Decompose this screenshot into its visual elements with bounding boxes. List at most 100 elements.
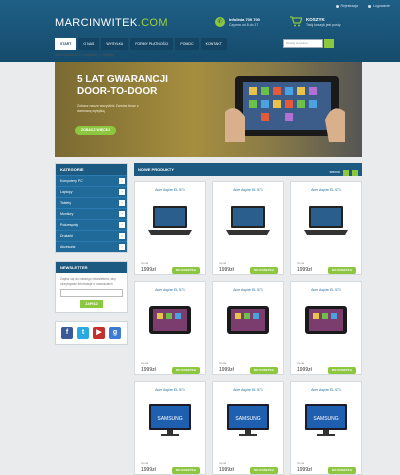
product-title[interactable]: Acer Aspire EL 571 [291,288,361,292]
nav-payment[interactable]: Formy płatności [130,38,174,50]
newsletter-email-input[interactable] [60,289,123,297]
list-view-icon[interactable] [343,169,349,176]
promo-banner: 5 LAT GWARANCJI DOOR-TO-DOOR Zobacz nasz… [55,62,362,157]
product-image-monitor[interactable]: SAMSUNG [223,400,273,440]
chevron-right-icon: › [119,244,125,250]
price-label: Cena [219,361,227,365]
products-section: Nowe produkty WIDOK Acer Aspire EL 571 Ce… [134,163,362,475]
phone-title: infolinia 700 700 [229,17,260,22]
product-title[interactable]: Acer Aspire EL 571 [291,388,361,392]
product-title[interactable]: Acer Aspire EL 571 [213,288,283,292]
product-card[interactable]: Acer Aspire EL 571 Cena 1999zł DO KOSZYKA [290,181,362,275]
login-link[interactable]: Logowanie [368,4,390,8]
logo-suffix: .COM [137,17,168,29]
chevron-right-icon: › [119,233,125,239]
breadcrumb: Strona główna > Komputery > Tablety [55,53,114,57]
logo-text: MARCINWITEK [55,17,138,29]
add-to-cart-button[interactable]: DO KOSZYKA [327,367,356,374]
facebook-icon[interactable]: f [61,327,73,339]
add-to-cart-button[interactable]: DO KOSZYKA [171,467,200,474]
product-card[interactable]: Acer Aspire EL 571 Cena 1999zł DO KOSZYKA [212,181,284,275]
products-header: Nowe produkty WIDOK [134,163,362,176]
price-label: Cena [297,461,305,465]
register-link[interactable]: Rejestracja [335,4,358,8]
product-image-laptop[interactable] [223,200,273,240]
search-input[interactable]: Szukaj produktu... [283,39,323,48]
product-card[interactable]: Acer Aspire EL 571 Cena 1999zł DO KOSZYKA [290,281,362,375]
category-item[interactable]: Komputery PC › [56,175,127,186]
nav-help[interactable]: Pomoc [175,38,199,50]
product-image-tablet[interactable] [223,300,273,340]
product-price: 1999zł [297,267,312,273]
add-to-cart-button[interactable]: DO KOSZYKA [171,267,200,274]
svg-text:SAMSUNG: SAMSUNG [157,416,182,422]
category-item[interactable]: Monitory › [56,208,127,219]
nav-start[interactable]: Start [55,38,77,50]
add-to-cart-button[interactable]: DO KOSZYKA [327,467,356,474]
add-to-cart-button[interactable]: DO KOSZYKA [171,367,200,374]
nav-shipping[interactable]: Wysyłka [101,38,129,50]
category-item[interactable]: Drukarki › [56,230,127,241]
chevron-right-icon: › [119,178,125,184]
add-to-cart-button[interactable]: DO KOSZYKA [327,267,356,274]
price-label: Cena [141,261,149,265]
product-card[interactable]: Acer Aspire EL 571 Cena 1999zł DO KOSZYKA [134,181,206,275]
user-icon [335,4,339,8]
site-logo[interactable]: MARCINWITEK.COM [55,17,168,29]
product-price: 1999zł [297,467,312,473]
product-title[interactable]: Acer Aspire EL 571 [213,388,283,392]
phone-hours: Czynna od 8 do 17 [229,23,259,27]
newsletter-subscribe-button[interactable]: ZAPISZ [80,300,103,308]
product-image-monitor[interactable]: SAMSUNG [301,400,351,440]
products-title: Nowe produkty [138,167,174,172]
category-item[interactable]: Laptopy › [56,186,127,197]
product-image-monitor[interactable]: SAMSUNG [145,400,195,440]
cart-widget[interactable]: KOSZYK Twój koszyk jest pusty [290,16,360,30]
search-button[interactable] [324,39,334,48]
price-label: Cena [219,261,227,265]
login-label: Logowanie [373,4,390,8]
category-label: Drukarki [60,234,74,238]
chevron-right-icon: › [119,222,125,228]
category-item[interactable]: Akcesoria › [56,241,127,252]
add-to-cart-button[interactable]: DO KOSZYKA [249,267,278,274]
category-item[interactable]: Podzespoły › [56,219,127,230]
tablet-image [225,76,345,142]
chevron-right-icon: › [119,211,125,217]
product-image-laptop[interactable] [301,200,351,240]
nav-about[interactable]: O nas [78,38,100,50]
category-label: Laptopy [60,190,73,194]
category-label: Komputery PC [60,179,83,183]
product-image-tablet[interactable] [301,300,351,340]
product-card[interactable]: Acer Aspire EL 571 SAMSUNG Cena 1999zł DO KO… [290,381,362,475]
youtube-icon[interactable]: ▶ [93,327,105,339]
nav-contact[interactable]: Kontakt [200,38,227,50]
product-card[interactable]: Acer Aspire EL 571 Cena 1999zł DO KOSZYKA [212,281,284,375]
twitter-icon[interactable]: t [77,327,89,339]
product-image-tablet[interactable] [145,300,195,340]
banner-button[interactable]: ZOBACZ WIĘCEJ [75,126,116,135]
svg-text:SAMSUNG: SAMSUNG [235,416,260,422]
product-title[interactable]: Acer Aspire EL 571 [291,188,361,192]
product-card[interactable]: Acer Aspire EL 571 SAMSUNG Cena 1999zł DO KO… [212,381,284,475]
main-nav: Start O nas Wysyłka Formy płatności Pomo… [55,38,227,50]
product-card[interactable]: Acer Aspire EL 571 Cena 1999zł DO KOSZYKA [134,281,206,375]
cart-icon [290,16,302,27]
category-item[interactable]: Tablety › [56,197,127,208]
product-image-laptop[interactable] [145,200,195,240]
product-title[interactable]: Acer Aspire EL 571 [135,288,205,292]
product-card[interactable]: Acer Aspire EL 571 SAMSUNG Cena 1999zł DO KO… [134,381,206,475]
add-to-cart-button[interactable]: DO KOSZYKA [249,467,278,474]
add-to-cart-button[interactable]: DO KOSZYKA [249,367,278,374]
grid-view-icon[interactable] [352,169,358,176]
google-plus-icon[interactable]: g [109,327,121,339]
product-title[interactable]: Acer Aspire EL 571 [135,388,205,392]
product-title[interactable]: Acer Aspire EL 571 [135,188,205,192]
social-box: f t ▶ g [55,321,128,345]
price-label: Cena [297,361,305,365]
product-title[interactable]: Acer Aspire EL 571 [213,188,283,192]
cart-status: Twój koszyk jest pusty [306,23,341,27]
product-price: 1999zł [141,467,156,473]
newsletter-box: Newsletter Zapisz się do naszego newslet… [55,261,128,313]
product-price: 1999zł [141,367,156,373]
